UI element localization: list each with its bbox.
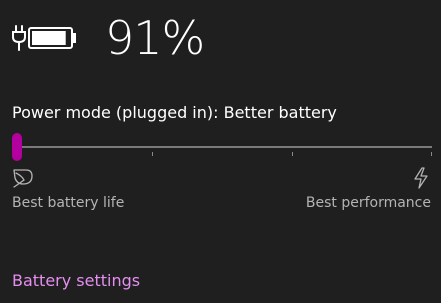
power-mode-label: Power mode (plugged in): Better battery	[12, 103, 337, 122]
battery-status	[12, 8, 78, 68]
slider-tick	[292, 152, 293, 156]
best-battery-life-label: Best battery life	[12, 195, 125, 211]
battery-settings-link[interactable]: Battery settings	[12, 270, 140, 292]
slider-tick	[431, 152, 432, 156]
lightning-bolt-icon	[414, 167, 428, 189]
leaf-icon	[13, 169, 33, 188]
power-mode-slider[interactable]	[12, 132, 432, 164]
battery-charging-icon	[12, 25, 76, 51]
best-performance-label: Best performance	[305, 195, 431, 211]
slider-track[interactable]	[12, 146, 432, 148]
battery-flyout: 91% Power mode (plugged in): Better batt…	[0, 0, 441, 303]
battery-percentage: 91%	[105, 11, 205, 65]
slider-tick	[152, 152, 153, 156]
slider-thumb[interactable]	[12, 133, 22, 161]
